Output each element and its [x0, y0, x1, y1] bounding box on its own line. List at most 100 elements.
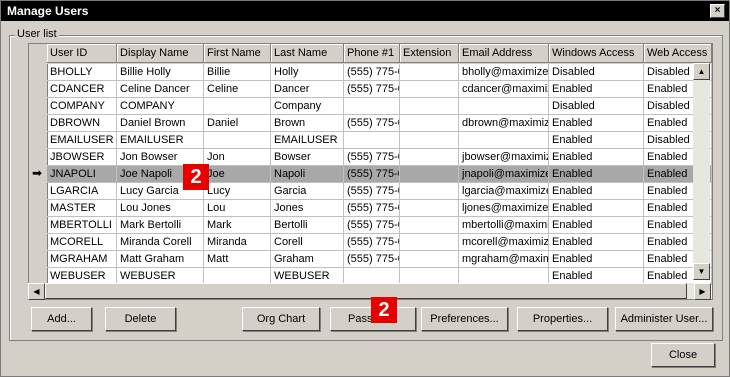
table-cell: Garcia — [271, 183, 344, 200]
callout-badge-row: 2 — [183, 164, 209, 190]
table-cell: Enabled — [549, 251, 644, 268]
manage-users-dialog: Manage Users × User list User ID Display … — [0, 0, 730, 377]
table-row[interactable]: BHOLLY Billie Holly Billie Holly (555) 775-0… — [29, 64, 712, 81]
table-cell — [344, 98, 400, 115]
horizontal-scroll-thumb[interactable] — [45, 283, 687, 299]
table-cell: Enabled — [549, 115, 644, 132]
table-row[interactable]: MCORELL Miranda Corell Miranda Corell (555) … — [29, 234, 712, 251]
scroll-up-icon[interactable]: ▲ — [693, 63, 710, 80]
table-cell: mcorell@maximizer — [459, 234, 549, 251]
table-cell: lgarcia@maximizer. — [459, 183, 549, 200]
table-cell — [400, 98, 459, 115]
table-cell: Celine — [204, 81, 271, 98]
table-cell: Jones — [271, 200, 344, 217]
table-cell: mbertolli@maximize — [459, 217, 549, 234]
table-cell: Lucy — [204, 183, 271, 200]
table-cell: (555) 775-0 — [344, 81, 400, 98]
table-cell: Matt — [204, 251, 271, 268]
preferences-button[interactable]: Preferences... — [421, 307, 508, 331]
table-cell: bholly@maximizer.c — [459, 64, 549, 81]
table-cell: Holly — [271, 64, 344, 81]
table-cell: Corell — [271, 234, 344, 251]
column-header-4[interactable]: Phone #1 — [344, 44, 400, 63]
column-header-6[interactable]: Email Address — [459, 44, 549, 63]
table-cell: (555) 775-0 — [344, 115, 400, 132]
table-row[interactable]: MASTER Lou Jones Lou Jones (555) 775-0 ljones… — [29, 200, 712, 217]
scroll-left-icon[interactable]: ◀ — [28, 283, 45, 300]
table-cell: Miranda Corell — [117, 234, 204, 251]
table-row[interactable]: MGRAHAM Matt Graham Matt Graham (555) 775-0 m… — [29, 251, 712, 268]
column-header-1[interactable]: Display Name — [117, 44, 204, 63]
scroll-right-icon[interactable]: ▶ — [694, 283, 711, 300]
table-cell: Enabled — [549, 166, 644, 183]
table-row[interactable]: EMAILUSER EMAILUSER EMAILUSER Enabled Disabl… — [29, 132, 712, 149]
table-cell: (555) 775-0 — [344, 64, 400, 81]
close-window-icon[interactable]: × — [710, 4, 725, 18]
table-cell: Daniel — [204, 115, 271, 132]
horizontal-scrollbar[interactable]: ◀ ▶ — [28, 283, 711, 300]
column-header-3[interactable]: Last Name — [271, 44, 344, 63]
column-header-8[interactable]: Web Access — [644, 44, 712, 63]
table-cell: Disabled — [549, 64, 644, 81]
table-cell: Enabled — [549, 217, 644, 234]
table-cell: Brown — [271, 115, 344, 132]
vertical-scrollbar[interactable]: ▲ ▼ — [693, 63, 710, 280]
table-row[interactable]: JNAPOLI Joe Napoli Joe Napoli (555) 775-0 jna… — [29, 166, 712, 183]
column-header-7[interactable]: Windows Access — [549, 44, 644, 63]
table-row[interactable]: MBERTOLLI Mark Bertolli Mark Bertolli (555) … — [29, 217, 712, 234]
column-header-2[interactable]: First Name — [204, 44, 271, 63]
table-cell: cdancer@maximize — [459, 81, 549, 98]
table-cell — [400, 115, 459, 132]
table-cell: Enabled — [549, 132, 644, 149]
table-cell: Dancer — [271, 81, 344, 98]
table-cell: Enabled — [549, 183, 644, 200]
scroll-down-icon[interactable]: ▼ — [693, 263, 710, 280]
column-header-5[interactable]: Extension — [400, 44, 459, 63]
table-cell — [400, 200, 459, 217]
table-cell — [459, 132, 549, 149]
table-cell: Company — [271, 98, 344, 115]
close-button[interactable]: Close — [651, 343, 715, 367]
table-cell — [400, 217, 459, 234]
delete-button[interactable]: Delete — [105, 307, 176, 331]
table-cell: MBERTOLLI — [47, 217, 117, 234]
add-button[interactable]: Add... — [31, 307, 92, 331]
administer-user-button[interactable]: Administer User... — [615, 307, 713, 331]
table-cell: mgraham@maximiz — [459, 251, 549, 268]
table-cell — [400, 149, 459, 166]
table-cell: (555) 775-0 — [344, 149, 400, 166]
table-cell: JNAPOLI — [47, 166, 117, 183]
table-cell — [400, 132, 459, 149]
callout-badge-password: 2 — [371, 297, 397, 323]
users-grid[interactable]: User ID Display Name First Name Last Name Ph… — [28, 43, 713, 300]
table-cell: Joe — [204, 166, 271, 183]
table-cell: COMPANY — [117, 98, 204, 115]
org-chart-button[interactable]: Org Chart — [242, 307, 320, 331]
table-row[interactable]: COMPANY COMPANY Company Disabled Disabled — [29, 98, 712, 115]
table-cell — [459, 98, 549, 115]
table-cell: DBROWN — [47, 115, 117, 132]
table-cell: MGRAHAM — [47, 251, 117, 268]
table-cell: dbrown@maximizer — [459, 115, 549, 132]
table-row[interactable]: CDANCER Celine Dancer Celine Dancer (555) 77… — [29, 81, 712, 98]
table-cell: Enabled — [549, 149, 644, 166]
table-row[interactable]: LGARCIA Lucy Garcia Lucy Garcia (555) 775-0 l… — [29, 183, 712, 200]
column-header-0[interactable]: User ID — [47, 44, 117, 63]
table-cell — [400, 234, 459, 251]
title-bar[interactable]: Manage Users × — [1, 1, 729, 21]
table-cell: Graham — [271, 251, 344, 268]
table-cell: COMPANY — [47, 98, 117, 115]
table-row[interactable]: JBOWSER Jon Bowser Jon Bowser (555) 775-0 jbo… — [29, 149, 712, 166]
table-cell: Mark Bertolli — [117, 217, 204, 234]
table-cell: Disabled — [549, 98, 644, 115]
table-cell — [204, 132, 271, 149]
table-cell — [400, 64, 459, 81]
table-cell: (555) 775-0 — [344, 166, 400, 183]
table-cell: MASTER — [47, 200, 117, 217]
table-cell: Lou Jones — [117, 200, 204, 217]
table-row[interactable]: DBROWN Daniel Brown Daniel Brown (555) 775-0… — [29, 115, 712, 132]
table-cell: JBOWSER — [47, 149, 117, 166]
table-cell — [400, 251, 459, 268]
properties-button[interactable]: Properties... — [517, 307, 608, 331]
table-cell: jnapoli@maximizer. — [459, 166, 549, 183]
